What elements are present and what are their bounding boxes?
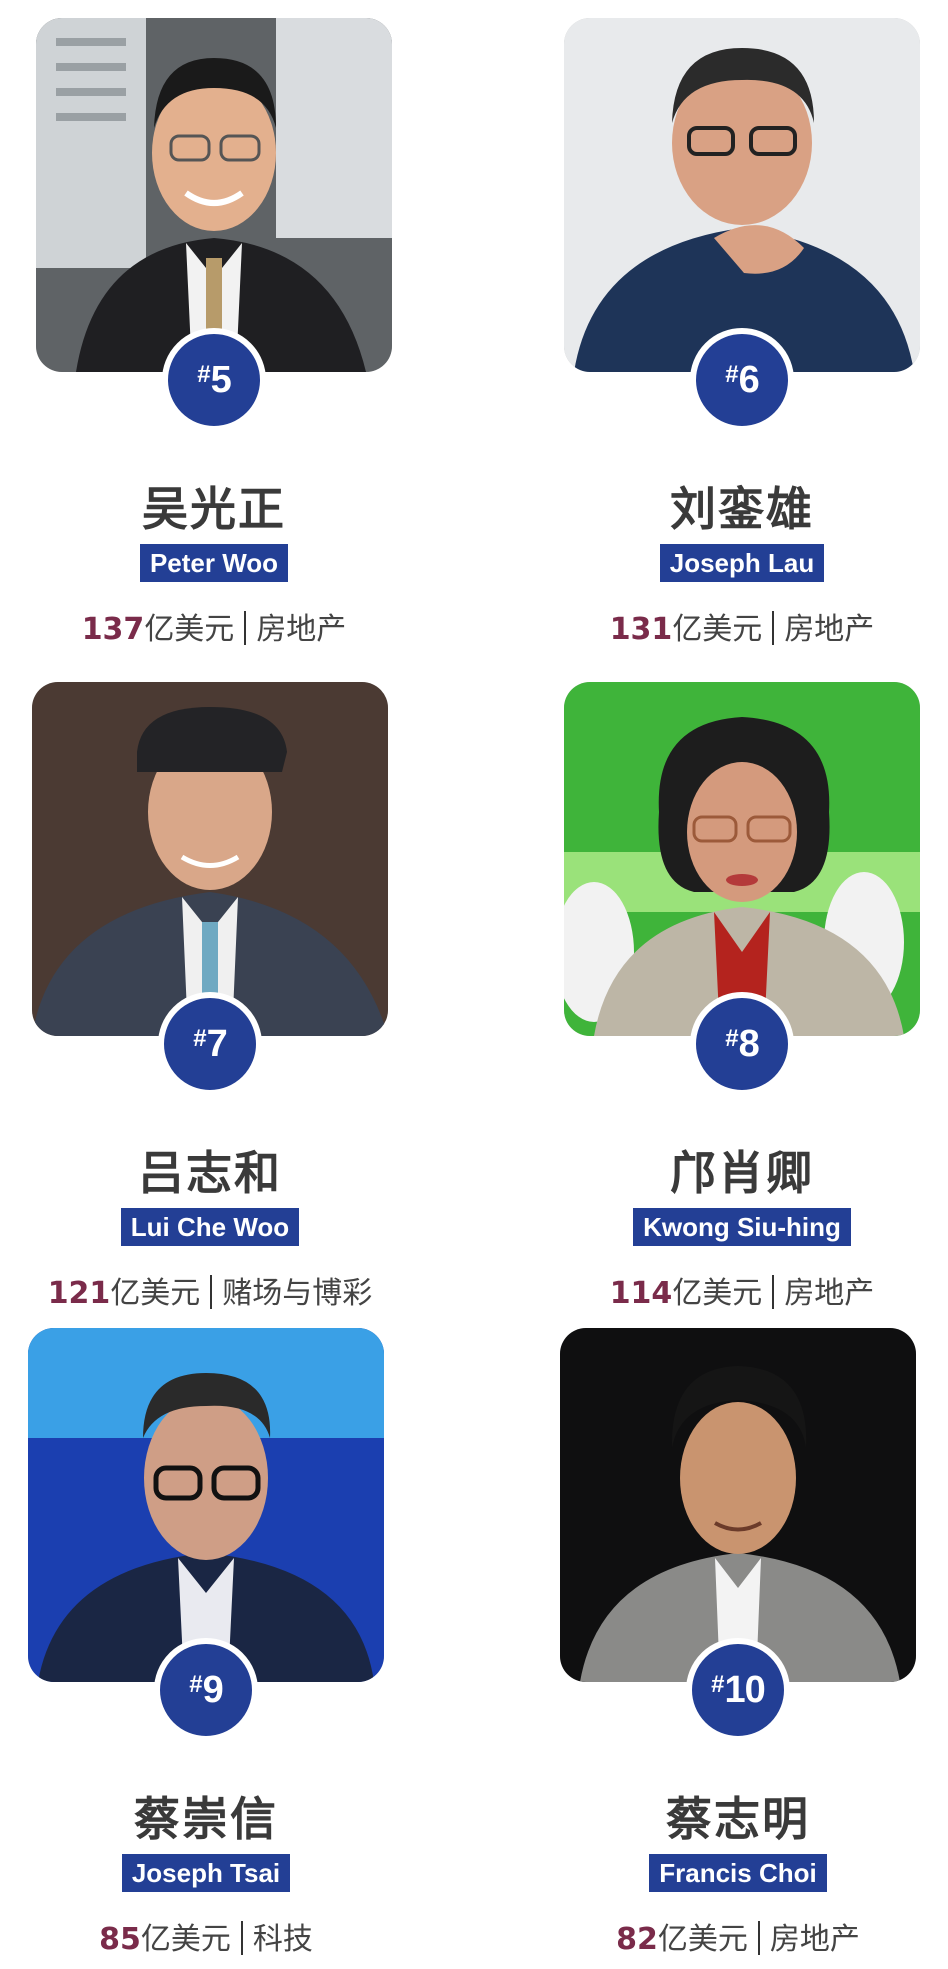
rank-badge: #8 [690,992,794,1096]
industry-label: 房地产 [256,612,347,647]
wealth-industry-line: 121亿美元 赌场与博彩 [12,1268,408,1312]
divider [757,1921,760,1955]
rank-card: #6 刘銮雄 Joseph Lau 131亿美元 房地产 [564,18,924,658]
net-worth-unit: 亿美元 [672,612,763,647]
divider [210,1275,213,1309]
industry-label: 科技 [252,1922,313,1957]
portrait-photo [28,1328,384,1682]
net-worth-amount: 85 [99,1922,141,1957]
chinese-name: 吴光正 [142,482,286,536]
industry-label: 赌场与博彩 [222,1276,373,1311]
chinese-name: 邝肖卿 [670,1146,814,1200]
chinese-name: 刘銮雄 [670,482,814,536]
wealth-industry-line: 131亿美元 房地产 [544,604,940,648]
wealth-industry-line: 85亿美元 科技 [8,1914,404,1958]
net-worth-amount: 121 [47,1276,111,1311]
chinese-name: 吕志和 [138,1146,282,1200]
portrait-photo [564,682,920,1036]
rank-card: #9 蔡崇信 Joseph Tsai 85亿美元 科技 [28,1328,388,1968]
net-worth-unit: 亿美元 [140,1922,231,1957]
net-worth-amount: 114 [609,1276,673,1311]
rank-badge: #6 [690,328,794,432]
net-worth-unit: 亿美元 [672,1276,763,1311]
english-name-tag: Lui Che Woo [120,1208,300,1246]
wealth-industry-line: 114亿美元 房地产 [544,1268,940,1312]
chinese-name: 蔡志明 [666,1792,810,1846]
divider [772,1275,775,1309]
net-worth-unit: 亿美元 [144,612,235,647]
rich-list-grid: #5 吴光正 Peter Woo 137亿美元 房地产 #6 刘銮雄 Joseph… [0,0,948,1969]
rank-badge: #7 [158,992,262,1096]
industry-label: 房地产 [784,612,875,647]
wealth-industry-line: 82亿美元 房地产 [540,1914,936,1958]
divider [772,611,775,645]
rank-card: #8 邝肖卿 Kwong Siu-hing 114亿美元 房地产 [564,682,924,1322]
divider [244,611,247,645]
net-worth-amount: 137 [81,612,145,647]
rank-card: #10 蔡志明 Francis Choi 82亿美元 房地产 [560,1328,920,1968]
english-name-tag: Joseph Lau [659,544,825,582]
rank-badge: #10 [686,1638,790,1742]
net-worth-amount: 82 [616,1922,658,1957]
portrait-photo [36,18,392,372]
net-worth-unit: 亿美元 [110,1276,201,1311]
net-worth-amount: 131 [609,612,673,647]
industry-label: 房地产 [769,1922,860,1957]
chinese-name: 蔡崇信 [134,1792,278,1846]
portrait-photo [560,1328,916,1682]
rank-badge: #9 [154,1638,258,1742]
industry-label: 房地产 [784,1276,875,1311]
portrait-photo [564,18,920,372]
english-name-tag: Kwong Siu-hing [633,1208,851,1246]
english-name-tag: Peter Woo [139,544,289,582]
english-name-tag: Joseph Tsai [121,1854,291,1892]
portrait-photo [32,682,388,1036]
rank-card: #5 吴光正 Peter Woo 137亿美元 房地产 [36,18,396,658]
divider [240,1921,243,1955]
english-name-tag: Francis Choi [649,1854,827,1892]
net-worth-unit: 亿美元 [657,1922,748,1957]
rank-card: #7 吕志和 Lui Che Woo 121亿美元 赌场与博彩 [32,682,392,1322]
rank-badge: #5 [162,328,266,432]
wealth-industry-line: 137亿美元 房地产 [16,604,412,648]
